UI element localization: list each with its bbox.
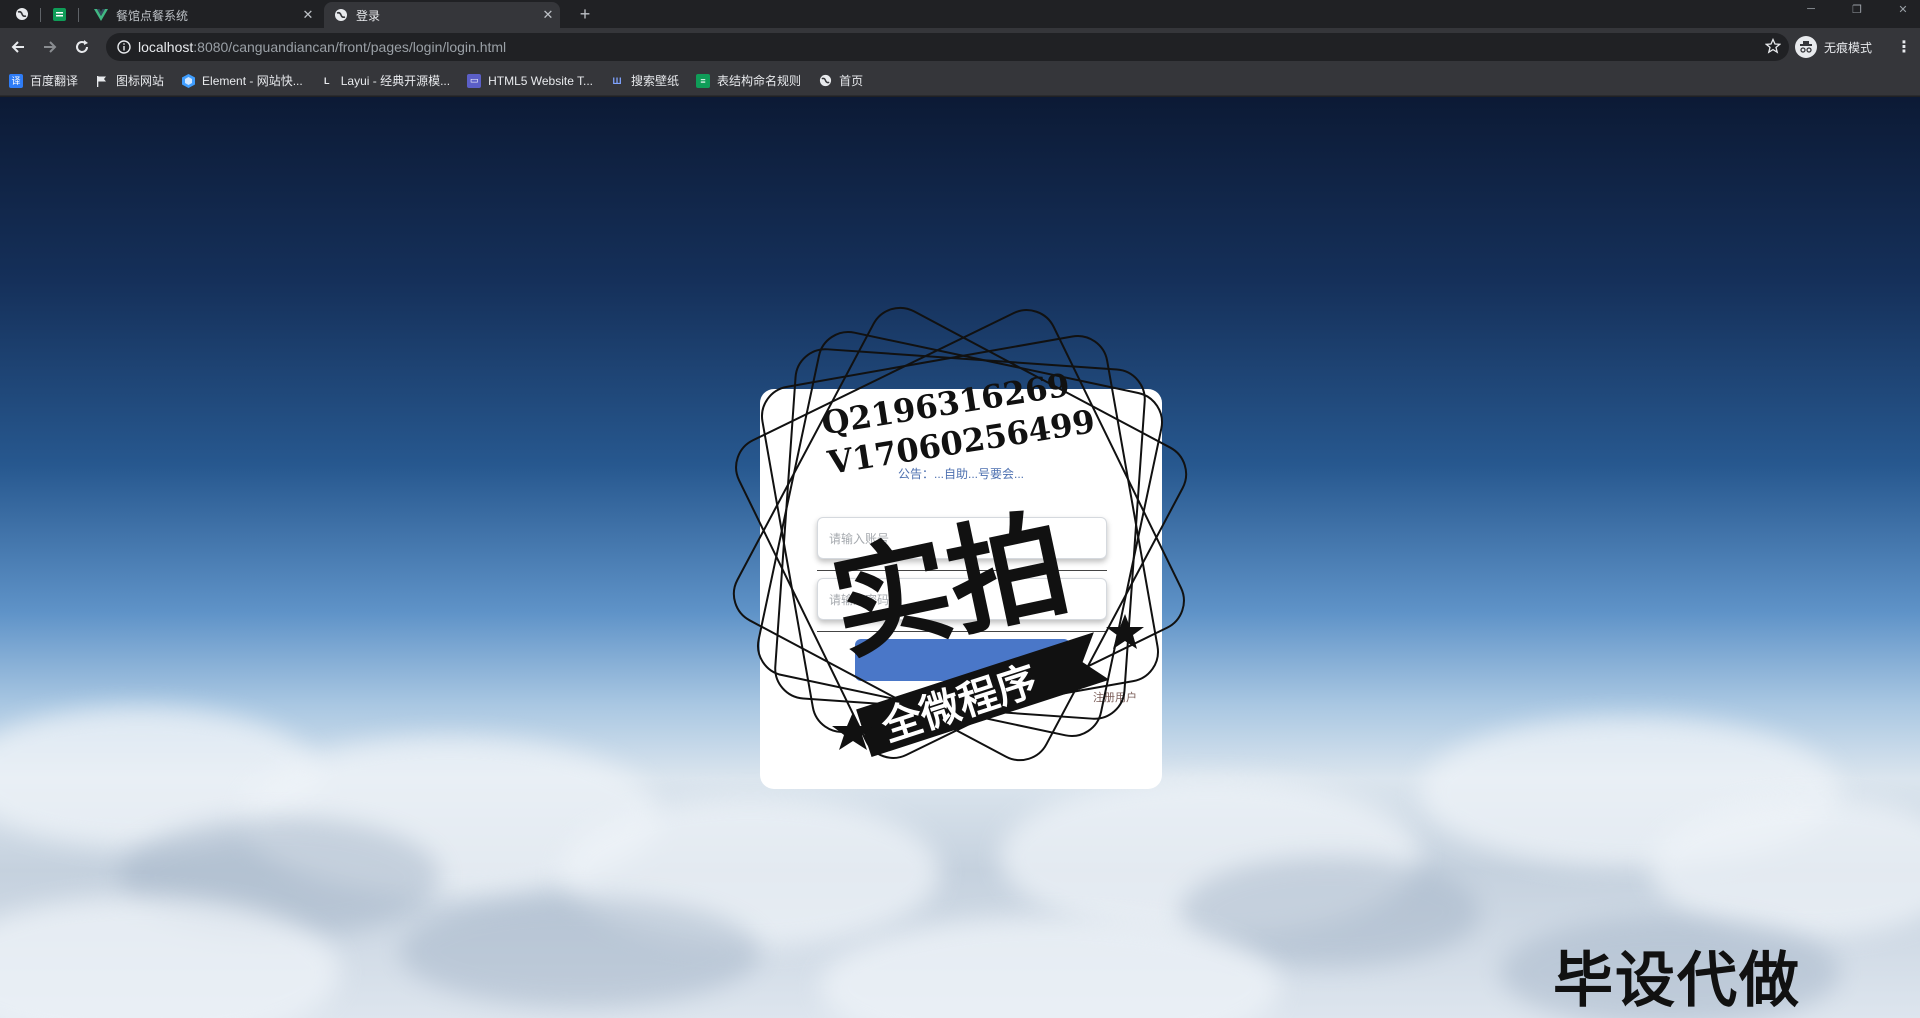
globe-icon [818,74,832,88]
pinned-tab-sheet[interactable] [47,0,71,28]
sheet-icon [52,7,66,21]
notice-text: 公告：...自助...号要会... [897,467,1024,481]
arrow-right-icon [44,41,57,53]
html5-template-icon: ▭ [467,73,482,88]
bookmark-item[interactable]: 图标网站 [95,72,164,89]
element-icon [181,73,195,88]
corner-watermark: 毕设代做 [1553,946,1801,1016]
arrow-left-icon [11,41,24,53]
bookmark-item[interactable]: L Layui - 经典开源模... [320,72,450,89]
restore-button[interactable]: ❐ [1842,0,1872,18]
login-button[interactable] [855,639,1070,681]
url-text: localhost:8080/canguandiancan/front/page… [138,39,507,55]
reload-icon [76,40,88,53]
reload-button[interactable] [68,33,96,61]
bookmark-item[interactable]: 译百度翻译 [9,72,78,89]
layui-icon: L [323,75,330,86]
bookmark-star-icon[interactable] [1764,37,1782,59]
divider [817,570,1107,571]
incognito-label: 无痕模式 [1824,40,1873,55]
forward-button[interactable] [36,33,64,61]
globe-icon [335,9,347,21]
back-button[interactable] [4,33,32,61]
register-link[interactable]: 注册用户 [1093,689,1137,705]
tab-restaurant-system[interactable]: 餐馆点餐系统 ✕ [84,2,320,28]
flag-icon [95,74,109,88]
bookmark-item[interactable]: 首页 [818,72,863,89]
tab-title: 餐馆点餐系统 [116,8,189,23]
tab-strip: 餐馆点餐系统 ✕ 登录 ✕ + ─ ❐ ✕ [0,0,1920,28]
bookmark-item[interactable]: Element - 网站快... [181,72,303,89]
address-bar[interactable]: localhost:8080/canguandiancan/front/page… [106,33,1789,61]
wallpaper-icon: Ш [612,75,622,86]
divider [817,631,1107,632]
bookmark-item[interactable]: ≡ 表结构命名规则 [696,72,801,89]
minimize-button[interactable]: ─ [1796,0,1826,18]
close-icon[interactable]: ✕ [296,7,320,23]
more-menu-icon[interactable]: ⋮ [1896,33,1912,61]
pinned-tab[interactable] [10,0,34,28]
close-window-button[interactable]: ✕ [1888,0,1918,18]
new-tab-button[interactable]: + [573,0,597,28]
plus-icon: + [579,3,591,24]
password-field[interactable]: 请输入密码 [817,578,1107,620]
tab-login[interactable]: 登录 ✕ [324,2,560,28]
sheet-icon: ≡ [696,73,711,88]
vue-icon [94,9,108,21]
incognito-indicator[interactable]: 无痕模式 [1795,33,1872,61]
bookmarks-bar: 译百度翻译 图标网站 Element - 网站快... L Layui - 经典开… [0,66,1920,96]
bookmark-item[interactable]: Ш 搜索壁纸 [610,72,680,89]
tab-title: 登录 [356,8,381,23]
info-icon[interactable] [110,40,138,54]
login-card: 公告：...自助...号要会... 请输入账号 请输入密码 注册用户 [760,389,1162,789]
close-icon[interactable]: ✕ [536,7,560,23]
globe-icon [16,8,28,20]
incognito-icon [1795,36,1817,58]
baidu-translate-icon: 译 [9,73,23,88]
page-viewport: 公告：...自助...号要会... 请输入账号 请输入密码 注册用户 Q2196… [0,97,1920,1018]
username-field[interactable]: 请输入账号 [817,517,1107,559]
bookmark-item[interactable]: ▭ HTML5 Website T... [467,73,593,88]
browser-toolbar: localhost:8080/canguandiancan/front/page… [0,28,1920,66]
